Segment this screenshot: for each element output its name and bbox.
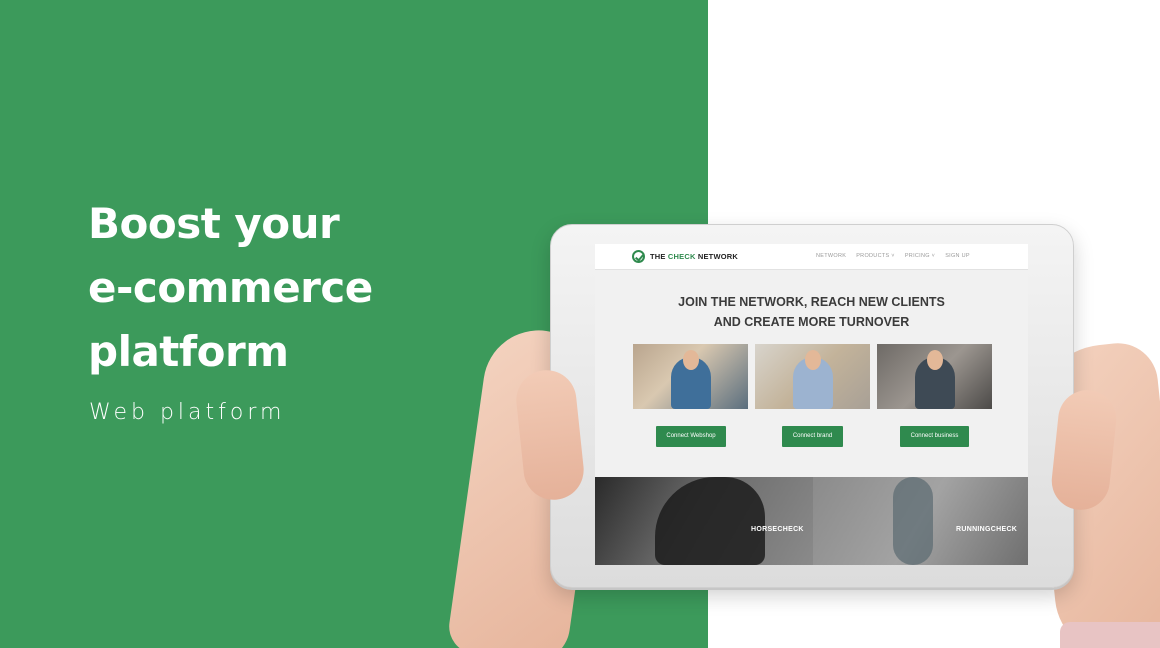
business-photo — [877, 344, 992, 409]
brand-photo — [755, 344, 870, 409]
nav-products[interactable]: PRODUCTS ˅ — [856, 253, 895, 259]
runner-image — [893, 477, 933, 565]
horsecheck-tile[interactable]: HORSECHECK — [595, 477, 813, 565]
headline-line-3: platform — [88, 327, 289, 376]
check-circle-icon — [632, 250, 645, 263]
horse-image — [655, 477, 765, 565]
subheading: Web platform — [89, 400, 286, 425]
hero-line-1: JOIN THE NETWORK, REACH NEW CLIENTS — [678, 295, 945, 309]
person-head — [927, 350, 943, 370]
nav-sign-up[interactable]: SIGN UP — [945, 253, 970, 259]
connect-brand-button[interactable]: Connect brand — [782, 426, 843, 447]
nav-pricing[interactable]: PRICING ˅ — [905, 253, 935, 259]
connect-webshop-button[interactable]: Connect Webshop — [656, 426, 726, 447]
logo-prefix: THE — [650, 252, 668, 261]
site-nav-links: NETWORK PRODUCTS ˅ PRICING ˅ SIGN UP — [816, 253, 970, 259]
person-head — [683, 350, 699, 370]
headline: Boost your e-commerce platform — [88, 192, 373, 384]
tablet-screen: THE CHECK NETWORK NETWORK PRODUCTS ˅ PRI… — [595, 244, 1028, 565]
headline-line-1: Boost your — [88, 199, 340, 248]
hero-line-2: AND CREATE MORE TURNOVER — [713, 315, 910, 329]
site-hero-title: JOIN THE NETWORK, REACH NEW CLIENTS AND … — [595, 292, 1028, 332]
nav-network[interactable]: NETWORK — [816, 253, 846, 259]
sleeve — [1060, 622, 1160, 648]
runningcheck-tile[interactable]: RUNNINGCHECK — [813, 477, 1028, 565]
person-head — [805, 350, 821, 370]
webshop-photo — [633, 344, 748, 409]
site-navbar: THE CHECK NETWORK NETWORK PRODUCTS ˅ PRI… — [595, 244, 1028, 270]
headline-line-2: e-commerce — [88, 263, 373, 312]
runningcheck-label: RUNNINGCHECK — [956, 526, 1018, 533]
logo-highlight: CHECK — [667, 252, 696, 261]
logo-suffix: NETWORK — [695, 252, 738, 261]
connect-business-button[interactable]: Connect business — [900, 426, 969, 447]
site-logo[interactable]: THE CHECK NETWORK — [650, 252, 738, 261]
horsecheck-label: HORSECHECK — [751, 526, 804, 533]
